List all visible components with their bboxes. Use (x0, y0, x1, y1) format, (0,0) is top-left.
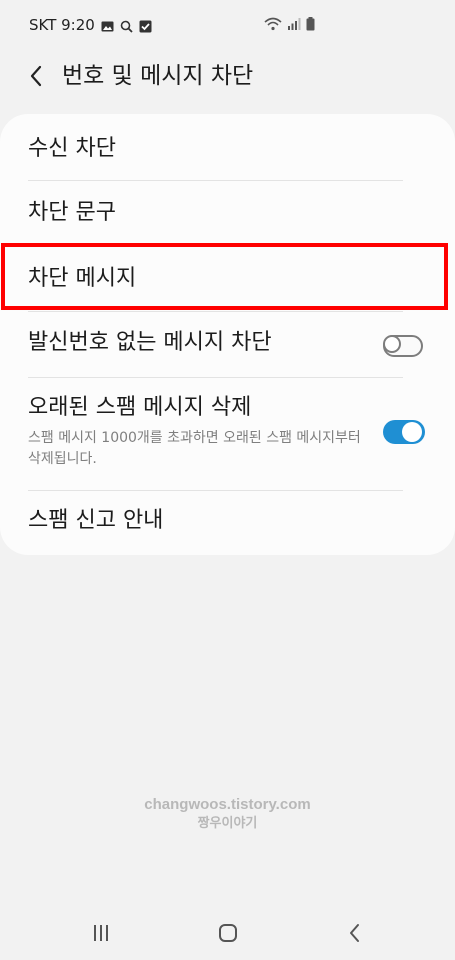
status-time: SKT 9:20 (29, 16, 95, 34)
watermark-url: changwoos.tistory.com (144, 796, 311, 813)
settings-item-spam-report-guide[interactable]: 스팸 신고 안내 (0, 491, 455, 555)
back-nav-button[interactable] (340, 918, 370, 948)
back-icon (350, 924, 359, 942)
settings-item-label: 스팸 신고 안내 (28, 508, 164, 533)
status-bar: SKT 9:20 (0, 0, 455, 52)
settings-item-block-numbers[interactable]: 수신 차단 (0, 114, 455, 180)
status-left: SKT 9:20 (29, 16, 152, 34)
home-icon (219, 924, 237, 942)
settings-item-delete-old-spam[interactable]: 오래된 스팸 메시지 삭제 스팸 메시지 1000개를 초과하면 오래된 스팸 … (0, 378, 455, 490)
settings-item-label: 차단 메시지 (28, 266, 137, 291)
watermark-blog-name: 짱우이야기 (197, 815, 258, 830)
toggle-knob (383, 335, 401, 353)
page-title: 번호 및 메시지 차단 (62, 63, 254, 89)
settings-item-description: 스팸 메시지 1000개를 초과하면 오래된 스팸 메시지부터 삭제됩니다. (28, 430, 361, 467)
settings-item-label: 발신번호 없는 메시지 차단 (28, 330, 272, 355)
check-icon (139, 19, 152, 32)
settings-item-block-unknown-sender[interactable]: 발신번호 없는 메시지 차단 (0, 312, 455, 377)
delete-old-spam-toggle[interactable] (383, 420, 425, 444)
settings-card: 수신 차단 차단 문구 차단 메시지 발신번호 없는 메시지 차단 오래된 스팸… (0, 114, 455, 555)
settings-item-label: 수신 차단 (28, 136, 116, 161)
back-button[interactable] (20, 60, 52, 92)
status-right (264, 16, 315, 35)
unknown-sender-toggle[interactable] (383, 335, 423, 357)
settings-item-blocked-messages[interactable]: 차단 메시지 (0, 247, 455, 311)
signal-icon (287, 16, 301, 35)
recent-apps-icon (94, 925, 108, 941)
settings-item-label: 오래된 스팸 메시지 삭제 (28, 395, 252, 420)
settings-item-label: 차단 문구 (28, 200, 116, 225)
gallery-icon (101, 19, 114, 32)
search-icon (120, 19, 133, 33)
toggle-knob (402, 422, 422, 442)
app-header: 번호 및 메시지 차단 (0, 52, 455, 102)
recent-apps-button[interactable] (86, 918, 116, 948)
home-button[interactable] (213, 918, 243, 948)
navigation-bar (0, 900, 455, 960)
wifi-icon (264, 16, 282, 35)
watermark: changwoos.tistory.com 짱우이야기 (0, 796, 455, 832)
settings-item-block-phrases[interactable]: 차단 문구 (0, 181, 455, 246)
battery-icon (306, 16, 315, 35)
chevron-left-icon (30, 65, 42, 87)
